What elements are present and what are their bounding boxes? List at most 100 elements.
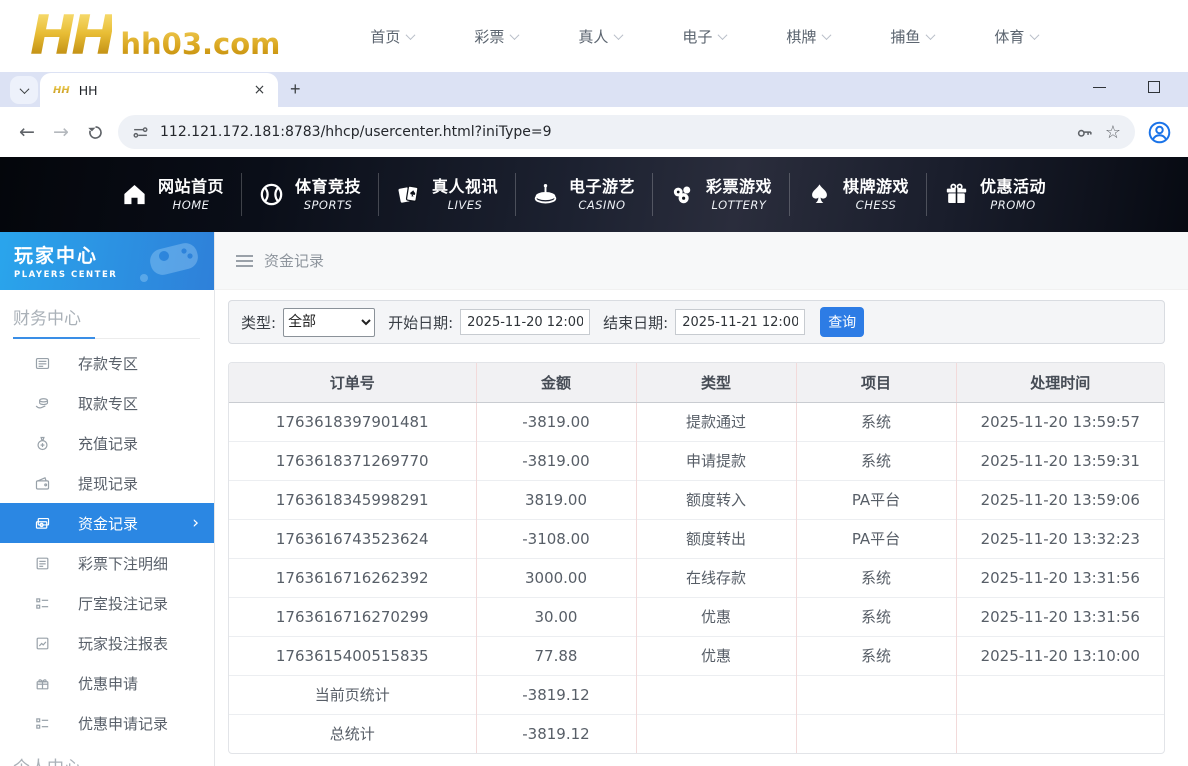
screen: HH hh03.com 首页 彩票 真人 电子 棋牌 捕鱼 体育 HH HH ×… (0, 0, 1188, 766)
main-nav-promo[interactable]: 优惠活动 PROMO (926, 157, 1063, 232)
window-minimize-button[interactable] (1093, 86, 1106, 88)
new-tab-button[interactable]: + (290, 79, 301, 100)
sidebar-item-withdrawal-records[interactable]: 提现记录 (0, 463, 214, 503)
cell-project: 系统 (795, 440, 956, 480)
tab-search-button[interactable] (10, 76, 38, 104)
cell-amount: 3000.00 (475, 557, 636, 597)
cell-time: 2025-11-20 13:59:06 (955, 479, 1164, 519)
cell-amount: -3819.12 (475, 713, 636, 753)
table-row: 1763618371269770 -3819.00 申请提款 系统 2025-11-20… (229, 440, 1164, 480)
cell-type: 优惠 (635, 596, 796, 636)
end-date-input[interactable] (675, 309, 806, 335)
cell-project: 系统 (795, 635, 956, 675)
sidebar-item-recharge-records[interactable]: 充值记录 (0, 423, 214, 463)
cell-type: 申请提款 (635, 440, 796, 480)
table-row: 1763618397901481 -3819.00 提款通过 系统 2025-11-20… (229, 402, 1164, 441)
sidebar-item-withdraw-zone[interactable]: 取款专区 (0, 383, 214, 423)
cell-project: PA平台 (795, 518, 956, 558)
cell-amount: 77.88 (475, 635, 636, 675)
top-nav-item-sports[interactable]: 体育 (964, 26, 1068, 47)
top-nav-item-fishing[interactable]: 捕鱼 (860, 26, 964, 47)
home-icon (121, 181, 148, 208)
sidebar-item-deposit-zone[interactable]: 存款专区 (0, 343, 214, 383)
players-center-banner: 玩家中心 PLAYERS CENTER (0, 232, 214, 290)
profile-avatar-icon[interactable] (1147, 120, 1172, 145)
top-nav-item-chess[interactable]: 棋牌 (756, 26, 860, 47)
hamburger-icon[interactable] (236, 252, 253, 270)
cell-order-no: 1763616716270299 (229, 596, 476, 636)
cell-order-no: 1763615400515835 (229, 635, 476, 675)
window-controls (1093, 81, 1160, 93)
type-label: 类型: (241, 313, 277, 332)
col-processed-time: 处理时间 (955, 363, 1164, 403)
cell-amount: 30.00 (475, 596, 636, 636)
main-panel: 资金记录 类型: 全部 开始日期: 结束日期: 查询 订单号 (215, 232, 1188, 766)
top-nav-label: 首页 (370, 27, 401, 46)
sidebar-item-lottery-bet-details[interactable]: 彩票下注明细 (0, 543, 214, 583)
site-info-icon[interactable] (132, 124, 149, 141)
site-logo[interactable]: HH hh03.com (30, 9, 280, 63)
password-key-icon[interactable] (1075, 123, 1094, 142)
cell-summary-label: 当前页统计 (229, 674, 476, 714)
cell-type: 额度转出 (635, 518, 796, 558)
top-nav-label: 棋牌 (786, 27, 817, 46)
main-nav-chess[interactable]: 棋牌游戏 CHESS (789, 157, 926, 232)
chevron-down-icon (405, 29, 416, 40)
tab-title: HH (78, 82, 98, 98)
query-button[interactable]: 查询 (820, 307, 865, 337)
table-row: 1763616716262392 3000.00 在线存款 系统 2025-11-20 … (229, 557, 1164, 597)
main-nav-lives[interactable]: 真人视讯 LIVES (378, 157, 515, 232)
sidebar-item-promo-apply[interactable]: 优惠申请 (0, 663, 214, 703)
sidebar-item-player-bet-report[interactable]: 玩家投注报表 (0, 623, 214, 663)
cell-time: 2025-11-20 13:32:23 (955, 518, 1164, 558)
chevron-down-icon (19, 83, 29, 94)
top-nav-item-lottery[interactable]: 彩票 (444, 26, 548, 47)
main-nav-lottery[interactable]: 彩票游戏 LOTTERY (652, 157, 789, 232)
top-nav-item-slots[interactable]: 电子 (652, 26, 756, 47)
chevron-down-icon (821, 29, 832, 40)
table-row: 1763616716270299 30.00 优惠 系统 2025-11-20 13:3… (229, 596, 1164, 636)
top-nav-item-live[interactable]: 真人 (548, 26, 652, 47)
forward-button[interactable]: → (44, 115, 78, 149)
cell-amount: 3819.00 (475, 479, 636, 519)
top-nav-label: 真人 (578, 27, 609, 46)
sidebar-menu: 存款专区 取款专区 充值记录 提现记录 资金记录 › 彩票下注明细 厅室投注记录… (0, 343, 214, 743)
sidebar-item-hall-bet-records[interactable]: 厅室投注记录 (0, 583, 214, 623)
top-nav-item-home[interactable]: 首页 (340, 26, 444, 47)
chevron-down-icon (509, 29, 520, 40)
main-nav-sports[interactable]: 体育竞技 SPORTS (241, 157, 378, 232)
reload-button[interactable] (78, 115, 112, 149)
tab-favicon-icon: HH (53, 84, 70, 96)
banknotes-icon (34, 515, 51, 532)
back-button[interactable]: ← (10, 115, 44, 149)
sidebar-item-funds-records[interactable]: 资金记录 › (0, 503, 214, 543)
content-area: 玩家中心 PLAYERS CENTER 财务中心 存款专区 取款专区 充值记录 … (0, 232, 1188, 766)
top-nav-label: 捕鱼 (890, 27, 921, 46)
start-date-input[interactable] (460, 309, 591, 335)
browser-tab[interactable]: HH HH × (40, 73, 278, 107)
bookmark-star-icon[interactable]: ☆ (1105, 122, 1121, 143)
funds-record-table: 订单号 金额 类型 项目 处理时间 1763618397901481 -3819.… (228, 362, 1165, 754)
logo-hh-text: HH (30, 4, 116, 67)
section-personal: 个人中心 (13, 753, 200, 766)
site-header: HH hh03.com 首页 彩票 真人 电子 棋牌 捕鱼 体育 (0, 0, 1188, 72)
document-list-icon (34, 555, 51, 572)
main-nav-home[interactable]: 网站首页 HOME (104, 157, 241, 232)
browser-toolbar: ← → 112.121.172.181:8783/hhcp/usercenter… (0, 107, 1188, 157)
cell-amount: -3108.00 (475, 518, 636, 558)
hand-coins-icon (34, 395, 51, 412)
active-chevron-icon: › (192, 512, 199, 533)
cell-type: 额度转入 (635, 479, 796, 519)
main-nav-casino[interactable]: 电子游艺 CASINO (515, 157, 652, 232)
deposit-card-icon (34, 355, 51, 372)
sidebar-item-promo-apply-records[interactable]: 优惠申请记录 (0, 703, 214, 743)
tab-close-icon[interactable]: × (251, 82, 268, 99)
type-select[interactable]: 全部 (283, 307, 376, 337)
window-maximize-button[interactable] (1148, 81, 1160, 93)
top-nav-label: 彩票 (474, 27, 505, 46)
cell-type: 优惠 (635, 635, 796, 675)
col-order-no: 订单号 (229, 363, 476, 403)
cell-time: 2025-11-20 13:59:57 (955, 402, 1164, 441)
url-bar[interactable]: 112.121.172.181:8783/hhcp/usercenter.htm… (118, 115, 1135, 149)
roulette-icon (532, 181, 559, 208)
